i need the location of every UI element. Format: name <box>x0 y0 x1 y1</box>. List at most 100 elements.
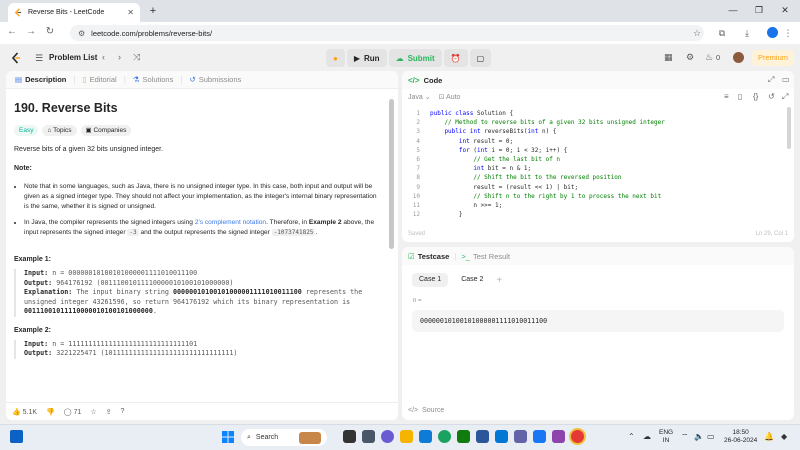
submit-button[interactable]: ☁ Submit <box>388 49 442 67</box>
chevron-up-icon[interactable]: ⌃ <box>628 432 635 441</box>
comments-button[interactable]: ◯ 71 <box>64 408 82 416</box>
bookmark-icon[interactable]: ▯ <box>738 92 742 101</box>
code-line[interactable]: 12 } <box>402 210 786 219</box>
like-button[interactable]: 👍 5.1K <box>12 408 37 416</box>
mail-icon[interactable] <box>533 430 546 443</box>
braces-icon[interactable]: {} <box>753 92 758 101</box>
maximize-icon[interactable]: ❐ <box>748 3 770 18</box>
tab-test-result[interactable]: >_ Test Result <box>461 252 510 261</box>
code-editor[interactable]: 1 public class Solution {2 // Method to r… <box>402 109 786 221</box>
download-icon[interactable]: ⤓ <box>740 26 754 40</box>
clock[interactable]: 18:50 26-06-2024 <box>724 429 757 445</box>
fullscreen-icon[interactable]: ⤢ <box>782 92 788 102</box>
code-scrollbar[interactable] <box>787 107 791 149</box>
taskbar-search[interactable]: ⌕ Search <box>241 429 327 446</box>
code-line[interactable]: 7 int bit = n & 1; <box>402 164 786 173</box>
vscode-icon[interactable] <box>495 430 508 443</box>
favorite-star-icon[interactable]: ☆ <box>90 408 96 416</box>
tab-testcase[interactable]: ☑ Testcase <box>408 252 449 261</box>
chrome-app-icon[interactable] <box>438 430 451 443</box>
layout-icon[interactable]: ▦ <box>664 52 673 63</box>
language-select[interactable]: Java ⌄ <box>408 93 431 101</box>
code-line[interactable]: 9 result = (result << 1) | bit; <box>402 183 786 192</box>
widgets-icon[interactable] <box>10 430 23 443</box>
wifi-icon[interactable]: ⌔ <box>681 432 689 442</box>
cloud-icon[interactable]: ☁ <box>643 432 651 441</box>
code-line[interactable]: 2 // Method to reverse bits of a given 3… <box>402 118 786 127</box>
bookmark-star-icon[interactable]: ☆ <box>690 26 704 40</box>
store-icon[interactable] <box>476 430 489 443</box>
problem-list-icon[interactable]: ☰ <box>35 53 43 64</box>
share-icon[interactable]: ⇪ <box>106 408 112 416</box>
topics-button[interactable]: ⌂ Topics <box>42 125 77 136</box>
problem-list-link[interactable]: Problem List <box>49 53 97 62</box>
chrome-active-icon[interactable] <box>571 430 584 443</box>
description-scrollbar[interactable] <box>389 99 394 249</box>
case-2-tab[interactable]: Case 2 <box>454 273 490 287</box>
tab-description[interactable]: ▤ Description <box>12 75 69 84</box>
volume-icon[interactable]: 🔈 <box>694 432 704 441</box>
panel-menu-icon[interactable]: ▭ <box>782 75 790 84</box>
code-line[interactable]: 10 // Shift n to the right by 1 to proce… <box>402 192 786 201</box>
address-bar[interactable]: ⚙ leetcode.com/problems/reverse-bits/ <box>70 25 704 41</box>
terminal-app-icon[interactable] <box>362 430 375 443</box>
forward-icon[interactable]: → <box>24 25 38 39</box>
case-1-tab[interactable]: Case 1 <box>412 273 449 287</box>
complement-link[interactable]: 2's complement notation <box>195 219 266 226</box>
expand-icon[interactable]: ⤢ <box>768 75 774 85</box>
premium-button[interactable]: Premium <box>752 50 794 66</box>
input-variable-field[interactable]: 00000010100101000001111010011100 <box>412 310 784 332</box>
window-close-icon[interactable]: ✕ <box>774 3 796 18</box>
leetcode-logo-icon[interactable] <box>11 52 21 64</box>
browser-profile-avatar[interactable] <box>767 27 778 38</box>
auto-mode-toggle[interactable]: ⊡ Auto <box>439 93 461 101</box>
companies-button[interactable]: ▣ Companies <box>80 125 132 136</box>
code-line[interactable]: 1 public class Solution { <box>402 109 786 118</box>
browser-tab[interactable]: Reverse Bits - LeetCode ✕ <box>8 3 140 22</box>
tab-submissions[interactable]: ↺ Submissions <box>186 75 244 84</box>
battery-icon[interactable]: ▭ <box>707 432 715 441</box>
extensions-icon[interactable]: ⧉ <box>715 26 729 40</box>
teams-chat-icon[interactable] <box>381 430 394 443</box>
run-button[interactable]: ▶ Run <box>346 49 387 67</box>
user-avatar[interactable] <box>733 52 744 63</box>
file-explorer-icon[interactable] <box>400 430 413 443</box>
notification-bell-icon[interactable]: 🔔 <box>764 432 774 441</box>
next-problem-icon[interactable]: › <box>118 52 121 62</box>
task-view-icon[interactable] <box>343 430 356 443</box>
visual-studio-icon[interactable] <box>552 430 565 443</box>
close-tab-icon[interactable]: ✕ <box>127 8 134 17</box>
debug-button[interactable]: ● <box>326 49 345 67</box>
reload-icon[interactable]: ↻ <box>43 25 57 39</box>
code-line[interactable]: 4 int result = 0; <box>402 137 786 146</box>
tab-editorial[interactable]: ▯ Editorial <box>79 75 119 84</box>
browser-menu-icon[interactable]: ⋮ <box>781 26 795 40</box>
reset-icon[interactable]: ↺ <box>768 92 775 101</box>
code-line[interactable]: 6 // Get the last bit of n <box>402 155 786 164</box>
format-icon[interactable]: ≡ <box>724 92 729 101</box>
streak-flame-icon[interactable]: ♨ <box>705 52 713 63</box>
minimize-icon[interactable]: — <box>722 3 744 18</box>
source-link[interactable]: </> Source <box>402 401 794 420</box>
excel-icon[interactable] <box>457 430 470 443</box>
code-line[interactable]: 3 public int reverseBits(int n) { <box>402 127 786 136</box>
settings-gear-icon[interactable]: ⚙ <box>686 52 694 63</box>
code-line[interactable]: 5 for (int i = 0; i < 32; i++) { <box>402 146 786 155</box>
zoom-icon[interactable] <box>514 430 527 443</box>
add-case-icon[interactable]: + <box>496 275 502 286</box>
windows-start-icon[interactable] <box>222 431 234 443</box>
code-line[interactable]: 8 // Shift the bit to the reversed posit… <box>402 173 786 182</box>
prev-problem-icon[interactable]: ‹ <box>102 52 105 62</box>
notes-button[interactable]: ▢ <box>469 49 492 67</box>
edge-browser-icon[interactable] <box>419 430 432 443</box>
new-tab-icon[interactable]: + <box>146 4 160 18</box>
help-icon[interactable]: ? <box>121 408 125 415</box>
copilot-icon[interactable]: ◆ <box>781 432 787 441</box>
timer-button[interactable]: ⏰ <box>443 49 468 67</box>
code-line[interactable]: 11 n >>= 1; <box>402 201 786 210</box>
language-indicator[interactable]: ENG IN <box>659 429 673 445</box>
back-icon[interactable]: ← <box>5 25 19 39</box>
site-info-icon[interactable]: ⚙ <box>78 29 85 38</box>
tab-solutions[interactable]: ⚗ Solutions <box>130 75 177 84</box>
dislike-icon[interactable]: 👎 <box>46 408 55 416</box>
